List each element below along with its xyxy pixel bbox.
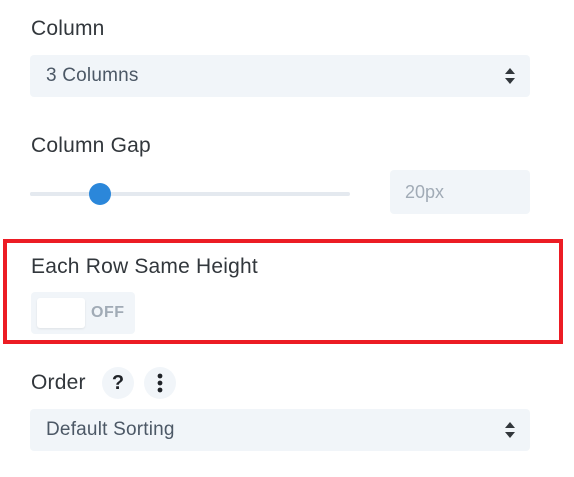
column-select[interactable]: 3 Columns: [30, 55, 530, 97]
column-label: Column: [31, 17, 105, 40]
column-gap-slider[interactable]: [30, 183, 350, 205]
toggle-state-text: OFF: [91, 304, 125, 321]
order-select-value: Default Sorting: [46, 419, 175, 440]
vertical-dots-icon: [157, 373, 163, 393]
toggle-knob: [37, 298, 85, 328]
sort-arrows-icon: [505, 68, 515, 84]
column-gap-value: 20px: [405, 181, 445, 202]
column-gap-value-input[interactable]: 20px: [390, 170, 530, 214]
more-options-button[interactable]: [144, 367, 176, 399]
help-button[interactable]: ?: [102, 367, 134, 399]
each-row-same-height-label: Each Row Same Height: [31, 255, 258, 278]
order-select[interactable]: Default Sorting: [30, 409, 530, 451]
question-icon: ?: [111, 371, 125, 394]
sort-arrows-icon: [505, 422, 515, 438]
order-label: Order: [31, 371, 86, 394]
column-gap-label: Column Gap: [31, 134, 151, 157]
each-row-same-height-toggle[interactable]: OFF: [31, 292, 135, 334]
column-select-value: 3 Columns: [46, 65, 139, 86]
slider-thumb[interactable]: [89, 183, 112, 205]
